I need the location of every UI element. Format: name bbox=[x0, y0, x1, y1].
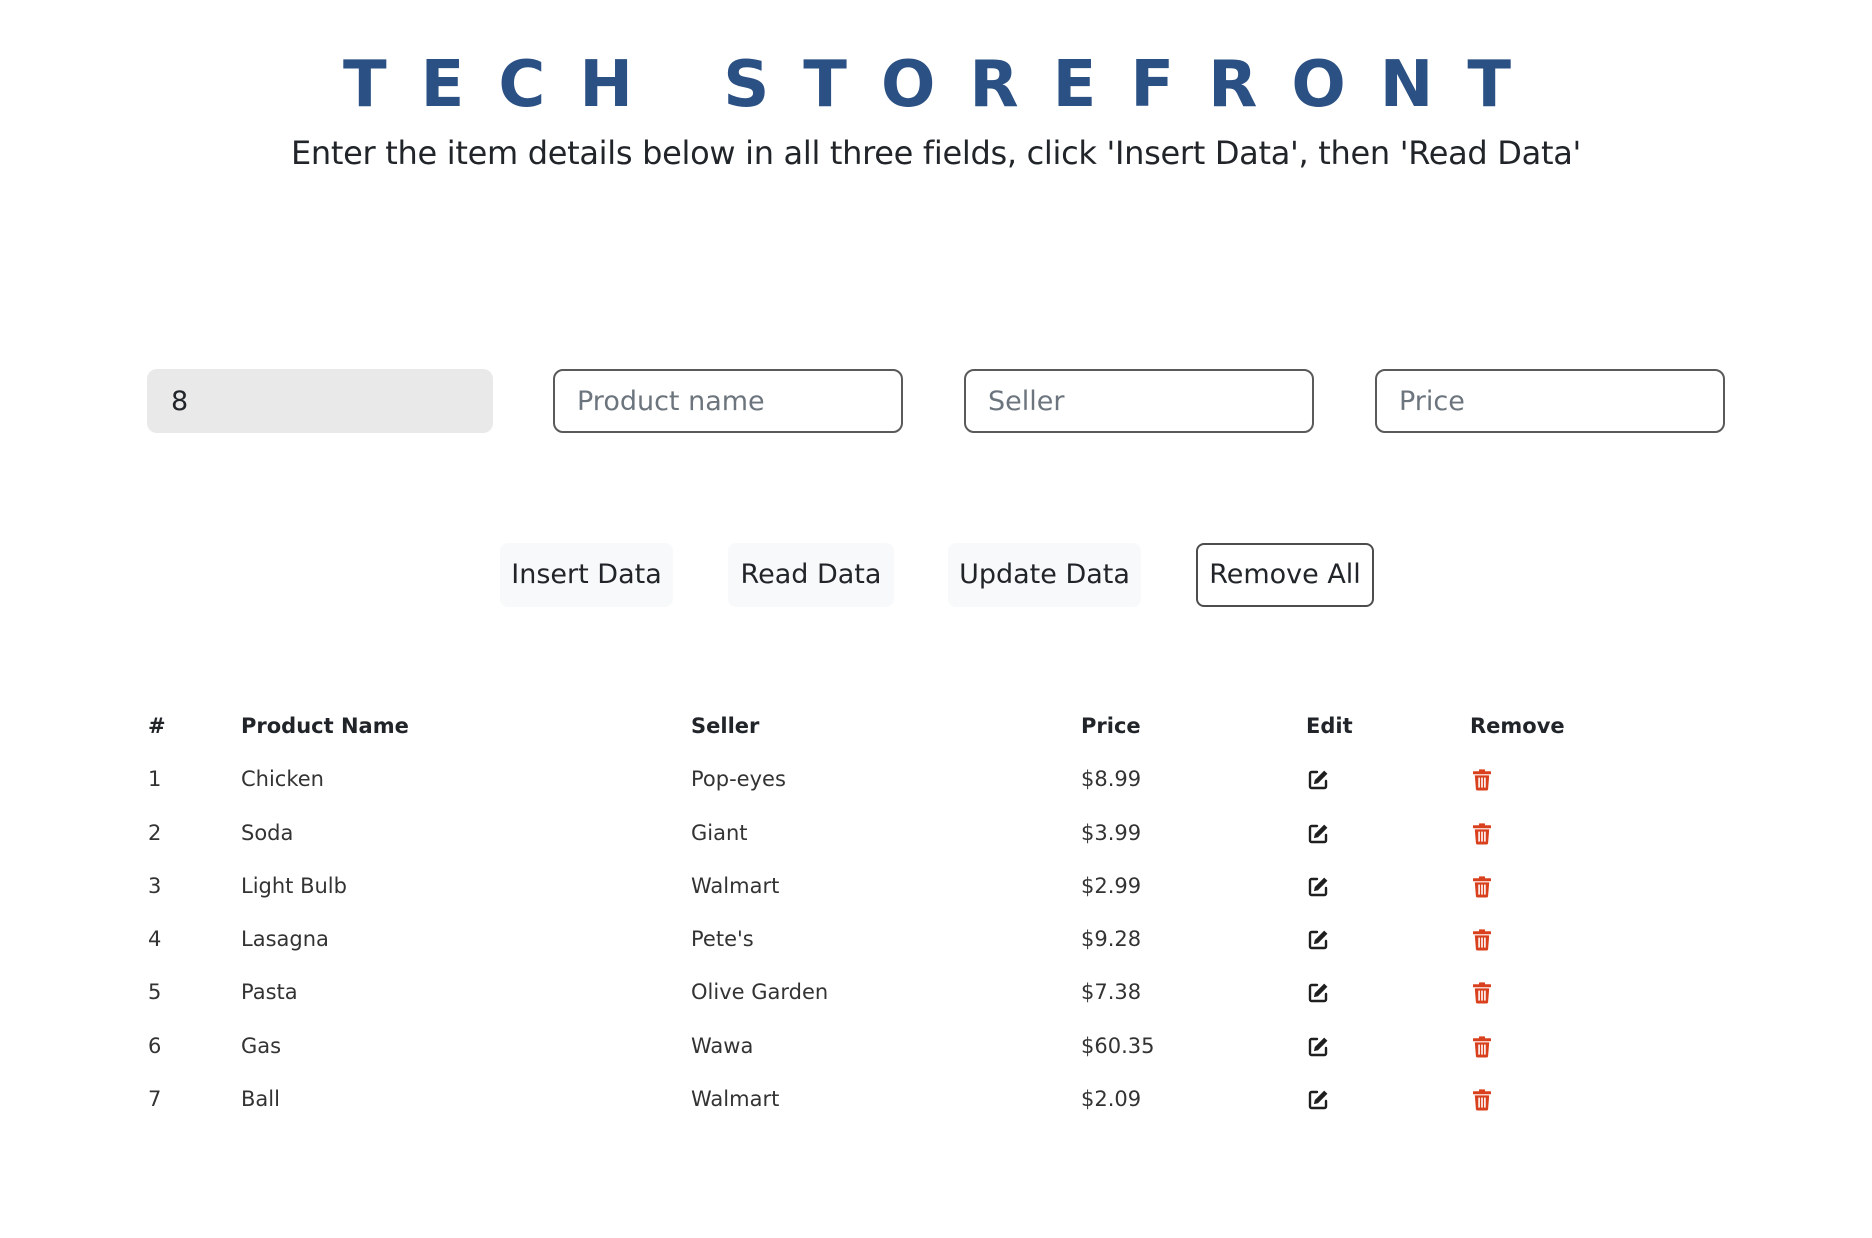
product-name-cell: Lasagna bbox=[241, 927, 329, 952]
column-header-seller: Seller bbox=[691, 714, 760, 738]
seller-cell: Giant bbox=[691, 820, 748, 845]
seller-cell: Walmart bbox=[691, 873, 780, 898]
seller-cell: Pete's bbox=[691, 927, 754, 952]
seller-cell: Pop-eyes bbox=[691, 767, 786, 792]
table-row: 6 Gas Wawa $60.35 bbox=[148, 1020, 1748, 1073]
seller-cell: Olive Garden bbox=[691, 980, 829, 1005]
column-header-product-name: Product Name bbox=[241, 714, 409, 738]
edit-icon[interactable] bbox=[1306, 981, 1330, 1005]
column-header-remove: Remove bbox=[1470, 714, 1565, 738]
row-number: 2 bbox=[148, 820, 162, 845]
product-name-cell: Soda bbox=[241, 820, 294, 845]
column-header-edit: Edit bbox=[1306, 714, 1353, 738]
price-cell: $8.99 bbox=[1081, 767, 1142, 792]
insert-data-button[interactable]: Insert Data bbox=[500, 543, 673, 607]
column-header-number: # bbox=[148, 714, 166, 738]
read-data-button[interactable]: Read Data bbox=[728, 543, 894, 607]
page-title: TECH STOREFRONT bbox=[343, 48, 1545, 122]
table-row: 2 Soda Giant $3.99 bbox=[148, 807, 1748, 860]
trash-icon[interactable] bbox=[1470, 875, 1494, 899]
row-number: 3 bbox=[148, 873, 162, 898]
price-input[interactable] bbox=[1375, 369, 1725, 433]
trash-icon[interactable] bbox=[1470, 981, 1494, 1005]
table-header-row: # Product Name Seller Price Edit Remove bbox=[148, 700, 1748, 753]
row-number: 1 bbox=[148, 767, 162, 792]
price-cell: $60.35 bbox=[1081, 1033, 1155, 1058]
edit-icon[interactable] bbox=[1306, 928, 1330, 952]
table-row: 3 Light Bulb Walmart $2.99 bbox=[148, 860, 1748, 913]
trash-icon[interactable] bbox=[1470, 1035, 1494, 1059]
table-row: 7 Ball Walmart $2.09 bbox=[148, 1073, 1748, 1126]
remove-all-button[interactable]: Remove All bbox=[1196, 543, 1374, 607]
product-name-cell: Pasta bbox=[241, 980, 298, 1005]
product-name-cell: Chicken bbox=[241, 767, 324, 792]
row-number: 5 bbox=[148, 980, 162, 1005]
row-number: 7 bbox=[148, 1087, 162, 1112]
seller-input[interactable] bbox=[964, 369, 1314, 433]
table-row: 1 Chicken Pop-eyes $8.99 bbox=[148, 753, 1748, 806]
product-name-input[interactable] bbox=[553, 369, 903, 433]
trash-icon[interactable] bbox=[1470, 822, 1494, 846]
id-field[interactable] bbox=[147, 369, 493, 433]
seller-cell: Wawa bbox=[691, 1033, 754, 1058]
table-row: 5 Pasta Olive Garden $7.38 bbox=[148, 966, 1748, 1019]
edit-icon[interactable] bbox=[1306, 768, 1330, 792]
page-subtitle: Enter the item details below in all thre… bbox=[290, 134, 1582, 172]
column-header-price: Price bbox=[1081, 714, 1141, 738]
edit-icon[interactable] bbox=[1306, 1088, 1330, 1112]
row-number: 6 bbox=[148, 1033, 162, 1058]
price-cell: $9.28 bbox=[1081, 927, 1142, 952]
edit-icon[interactable] bbox=[1306, 875, 1330, 899]
product-name-cell: Gas bbox=[241, 1033, 282, 1058]
price-cell: $3.99 bbox=[1081, 820, 1142, 845]
trash-icon[interactable] bbox=[1470, 928, 1494, 952]
edit-icon[interactable] bbox=[1306, 1035, 1330, 1059]
update-data-button[interactable]: Update Data bbox=[948, 543, 1141, 607]
table-row: 4 Lasagna Pete's $9.28 bbox=[148, 913, 1748, 966]
trash-icon[interactable] bbox=[1470, 768, 1494, 792]
table-body: 1 Chicken Pop-eyes $8.99 2 Soda Giant $3… bbox=[148, 753, 1748, 1126]
row-number: 4 bbox=[148, 927, 162, 952]
product-name-cell: Ball bbox=[241, 1087, 280, 1112]
edit-icon[interactable] bbox=[1306, 822, 1330, 846]
page: TECH STOREFRONT Enter the item details b… bbox=[0, 0, 1872, 1238]
price-cell: $2.99 bbox=[1081, 873, 1142, 898]
products-table: # Product Name Seller Price Edit Remove … bbox=[148, 700, 1748, 1126]
trash-icon[interactable] bbox=[1470, 1088, 1494, 1112]
price-cell: $2.09 bbox=[1081, 1087, 1142, 1112]
price-cell: $7.38 bbox=[1081, 980, 1142, 1005]
seller-cell: Walmart bbox=[691, 1087, 780, 1112]
product-name-cell: Light Bulb bbox=[241, 873, 347, 898]
